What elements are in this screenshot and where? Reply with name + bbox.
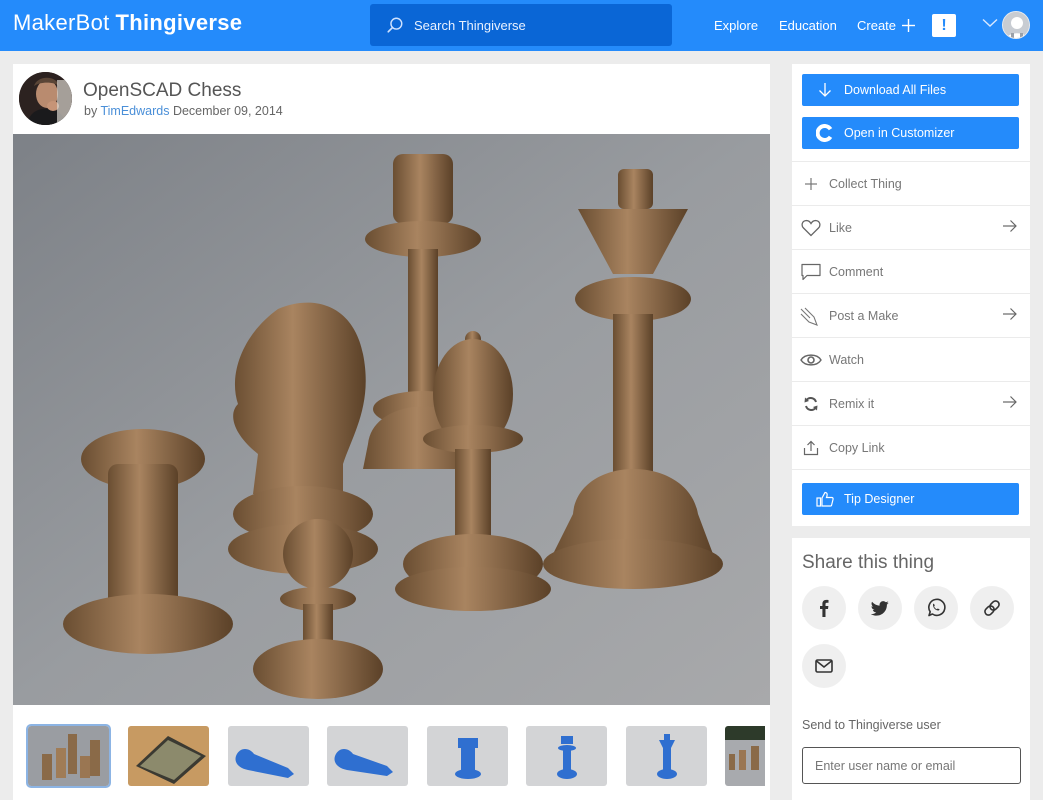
- thing-title: OpenSCAD Chess: [83, 80, 242, 101]
- thing-actions-card: Download All Files Open in Customizer Co…: [792, 64, 1030, 526]
- action-label: Watch: [829, 352, 864, 367]
- open-in-customizer-label: Open in Customizer: [844, 126, 955, 140]
- thumbnail-4[interactable]: [327, 726, 408, 786]
- action-label: Like: [829, 220, 852, 235]
- chess-pieces-photo: [13, 134, 770, 705]
- notifications-button[interactable]: !: [932, 14, 956, 37]
- action-label: Collect Thing: [829, 176, 902, 191]
- nav-explore-label: Explore: [714, 18, 759, 33]
- thumbnail-5[interactable]: [427, 726, 508, 786]
- share-twitter-button[interactable]: [858, 586, 902, 630]
- thumbnail-6[interactable]: [526, 726, 607, 786]
- share-facebook-button[interactable]: [802, 586, 846, 630]
- email-icon: [815, 659, 833, 673]
- tip-designer-button[interactable]: Tip Designer: [802, 483, 1019, 515]
- logo-makerbot: MakerBot: [13, 10, 110, 35]
- publish-date: December 09, 2014: [172, 104, 283, 118]
- action-like[interactable]: Like: [792, 205, 1030, 249]
- eye-icon: [800, 350, 822, 370]
- tip-designer-label: Tip Designer: [844, 492, 915, 506]
- chevron-down-icon[interactable]: [982, 18, 998, 28]
- plus-icon: [800, 174, 822, 194]
- nav-education-label: Education: [779, 18, 837, 33]
- search-bar[interactable]: [370, 4, 672, 46]
- action-post-a-make[interactable]: Post a Make: [792, 293, 1030, 337]
- user-avatar[interactable]: [1002, 11, 1030, 39]
- search-input[interactable]: [414, 17, 654, 33]
- facebook-icon: [820, 599, 829, 617]
- action-label: Comment: [829, 264, 884, 279]
- comment-icon: [800, 262, 822, 282]
- whatsapp-icon: [928, 598, 946, 617]
- nav-create[interactable]: Create: [857, 0, 916, 51]
- thing-header: OpenSCAD Chess by TimEdwards December 09…: [13, 64, 770, 134]
- main-image[interactable]: [13, 134, 770, 705]
- thumbnail-2[interactable]: [128, 726, 209, 786]
- top-navigation-bar: MakerBotThingiverse Explore Education Cr…: [0, 0, 1043, 51]
- thumbnail-strip: [13, 705, 770, 800]
- action-remix-it[interactable]: Remix it: [792, 381, 1030, 425]
- thumbnail-7[interactable]: [626, 726, 707, 786]
- author-photo: [19, 72, 72, 125]
- link-icon: [984, 600, 1000, 616]
- author-link[interactable]: TimEdwards: [100, 104, 169, 118]
- action-watch[interactable]: Watch: [792, 337, 1030, 381]
- download-arrow-icon: [816, 81, 834, 99]
- thumbnail-8[interactable]: [725, 726, 765, 786]
- action-copy-link[interactable]: Copy Link: [792, 425, 1030, 469]
- plus-icon: [902, 19, 916, 32]
- arrow-right-icon: [1003, 308, 1017, 320]
- arrow-right-icon: [1003, 396, 1017, 408]
- action-label: Post a Make: [829, 308, 899, 323]
- make-icon: [800, 306, 822, 326]
- heart-icon: [800, 218, 822, 238]
- share-upload-icon: [800, 438, 822, 458]
- byline-prefix: by: [84, 104, 98, 118]
- send-to-user-input[interactable]: [802, 747, 1021, 784]
- share-whatsapp-button[interactable]: [914, 586, 958, 630]
- share-card: Share this thing Send to Thingiverse use…: [792, 538, 1030, 800]
- search-icon: [387, 17, 403, 33]
- thing-byline: by TimEdwards December 09, 2014: [84, 104, 283, 118]
- twitter-icon: [871, 600, 889, 616]
- send-to-user-label: Send to Thingiverse user: [802, 718, 941, 732]
- action-collect-thing[interactable]: Collect Thing: [792, 161, 1030, 205]
- author-avatar[interactable]: [19, 72, 72, 125]
- divider: [792, 469, 1030, 470]
- logo-thingiverse: Thingiverse: [115, 10, 243, 35]
- share-email-button[interactable]: [802, 644, 846, 688]
- alert-icon: !: [941, 17, 947, 34]
- thumbnail-3[interactable]: [228, 726, 309, 786]
- download-all-files-button[interactable]: Download All Files: [802, 74, 1019, 106]
- user-icon: [1003, 12, 1029, 38]
- share-title: Share this thing: [802, 552, 935, 573]
- nav-education[interactable]: Education: [779, 0, 837, 51]
- action-comment[interactable]: Comment: [792, 249, 1030, 293]
- arrow-right-icon: [1003, 220, 1017, 232]
- remix-icon: [800, 394, 822, 414]
- thumbs-up-icon: [816, 490, 834, 508]
- nav-create-label: Create: [857, 18, 897, 33]
- action-label: Copy Link: [829, 440, 885, 455]
- nav-explore[interactable]: Explore: [714, 0, 758, 51]
- thingiverse-logo[interactable]: MakerBot Thingiverse: [13, 10, 242, 36]
- action-label: Remix it: [829, 396, 875, 411]
- thumbnail-1[interactable]: [26, 724, 111, 788]
- download-all-files-label: Download All Files: [844, 83, 947, 97]
- open-in-customizer-button[interactable]: Open in Customizer: [802, 117, 1019, 149]
- share-link-button[interactable]: [970, 586, 1014, 630]
- customizer-icon: [816, 124, 834, 142]
- thing-main-card: OpenSCAD Chess by TimEdwards December 09…: [13, 64, 770, 800]
